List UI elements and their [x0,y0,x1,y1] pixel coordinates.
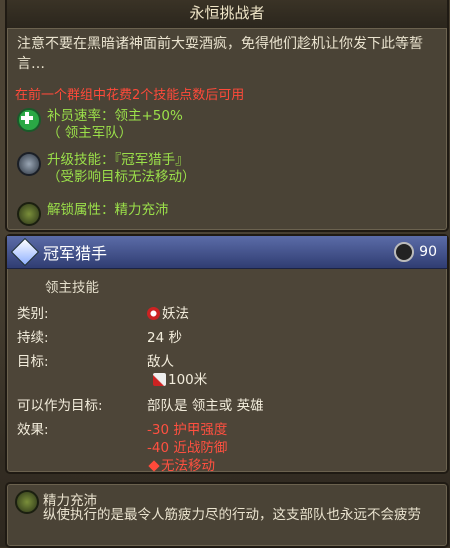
ability-header: 冠军猎手 90 [7,236,447,269]
down-arrow-icon [148,460,160,472]
upgrade-icon [17,152,41,176]
ability-name: 冠军猎手 [43,244,108,263]
effect-recruit-sub: （ 领主军队） [47,125,183,142]
stat-value-target: 敌人 [147,354,174,370]
effect-attribute-text: 解锁属性：精力充沛 [47,202,169,218]
stat-label-target: 目标: [17,354,49,370]
attribute-panel: 精力充沛 纵使执行的是最令人筋疲力尽的行动，这支部队也永远不会疲劳 [5,482,449,548]
effect-upgrade-sub: （受影响目标无法移动） [47,169,196,185]
stat-label-targetable: 可以作为目标: [17,398,103,414]
range-icon [153,373,166,386]
stat-value-targetable: 部队是 领主或 英雄 [147,398,264,414]
attribute-text: 纵使执行的是最令人筋疲力尽的行动，这支部队也永远不会疲劳 [43,507,421,523]
attribute-icon [17,202,41,226]
effect-row-upgrade: 升级技能：『冠军猎手』 （受影响目标无法移动） [17,152,196,186]
effect-melee-defense: -40 近战防御 [147,440,228,456]
attribute-icon [15,490,39,514]
stat-value-range: 100米 [153,368,207,388]
plus-icon [17,108,41,132]
skill-tooltip-panel: 永恒挑战者 注意不要在黑暗诸神面前大耍酒疯，免得他们趁机让你发下此等誓言… 在前… [5,0,449,232]
effect-armor: -30 护甲强度 [147,422,228,438]
skill-title: 永恒挑战者 [7,0,447,29]
lord-army-text: （ 领主军队） [47,125,133,141]
skill-description: 注意不要在黑暗诸神面前大耍酒疯，免得他们趁机让你发下此等誓言… [17,36,423,72]
stat-label-category: 类别: [17,306,49,322]
ability-diamond-icon [10,237,40,267]
magic-icon [147,307,160,320]
stat-label-duration: 持续: [17,330,49,346]
cost-icon [394,242,415,262]
effect-upgrade-text: 升级技能：『冠军猎手』 [47,152,189,168]
effect-row-attribute: 解锁属性：精力充沛 [17,202,169,226]
stat-label-effects: 效果: [17,422,49,438]
effect-immobile: 无法移动 [147,454,215,474]
ability-type: 领主技能 [45,280,99,296]
ability-cost: 90 [419,244,437,260]
skill-requirement: 在前一个群组中花费2个技能点数后可用 [15,88,245,103]
stat-value-category: 妖法 [147,302,189,322]
effect-recruit-text: 补员速率：领主+50% [47,108,183,124]
stat-value-duration: 24 秒 [147,330,182,346]
ability-panel: 冠军猎手 90 领主技能 类别: 妖法 持续: 24 秒 目标: 敌人 100米… [5,234,449,474]
effect-row-recruit: 补员速率：领主+50% （ 领主军队） [17,108,183,142]
